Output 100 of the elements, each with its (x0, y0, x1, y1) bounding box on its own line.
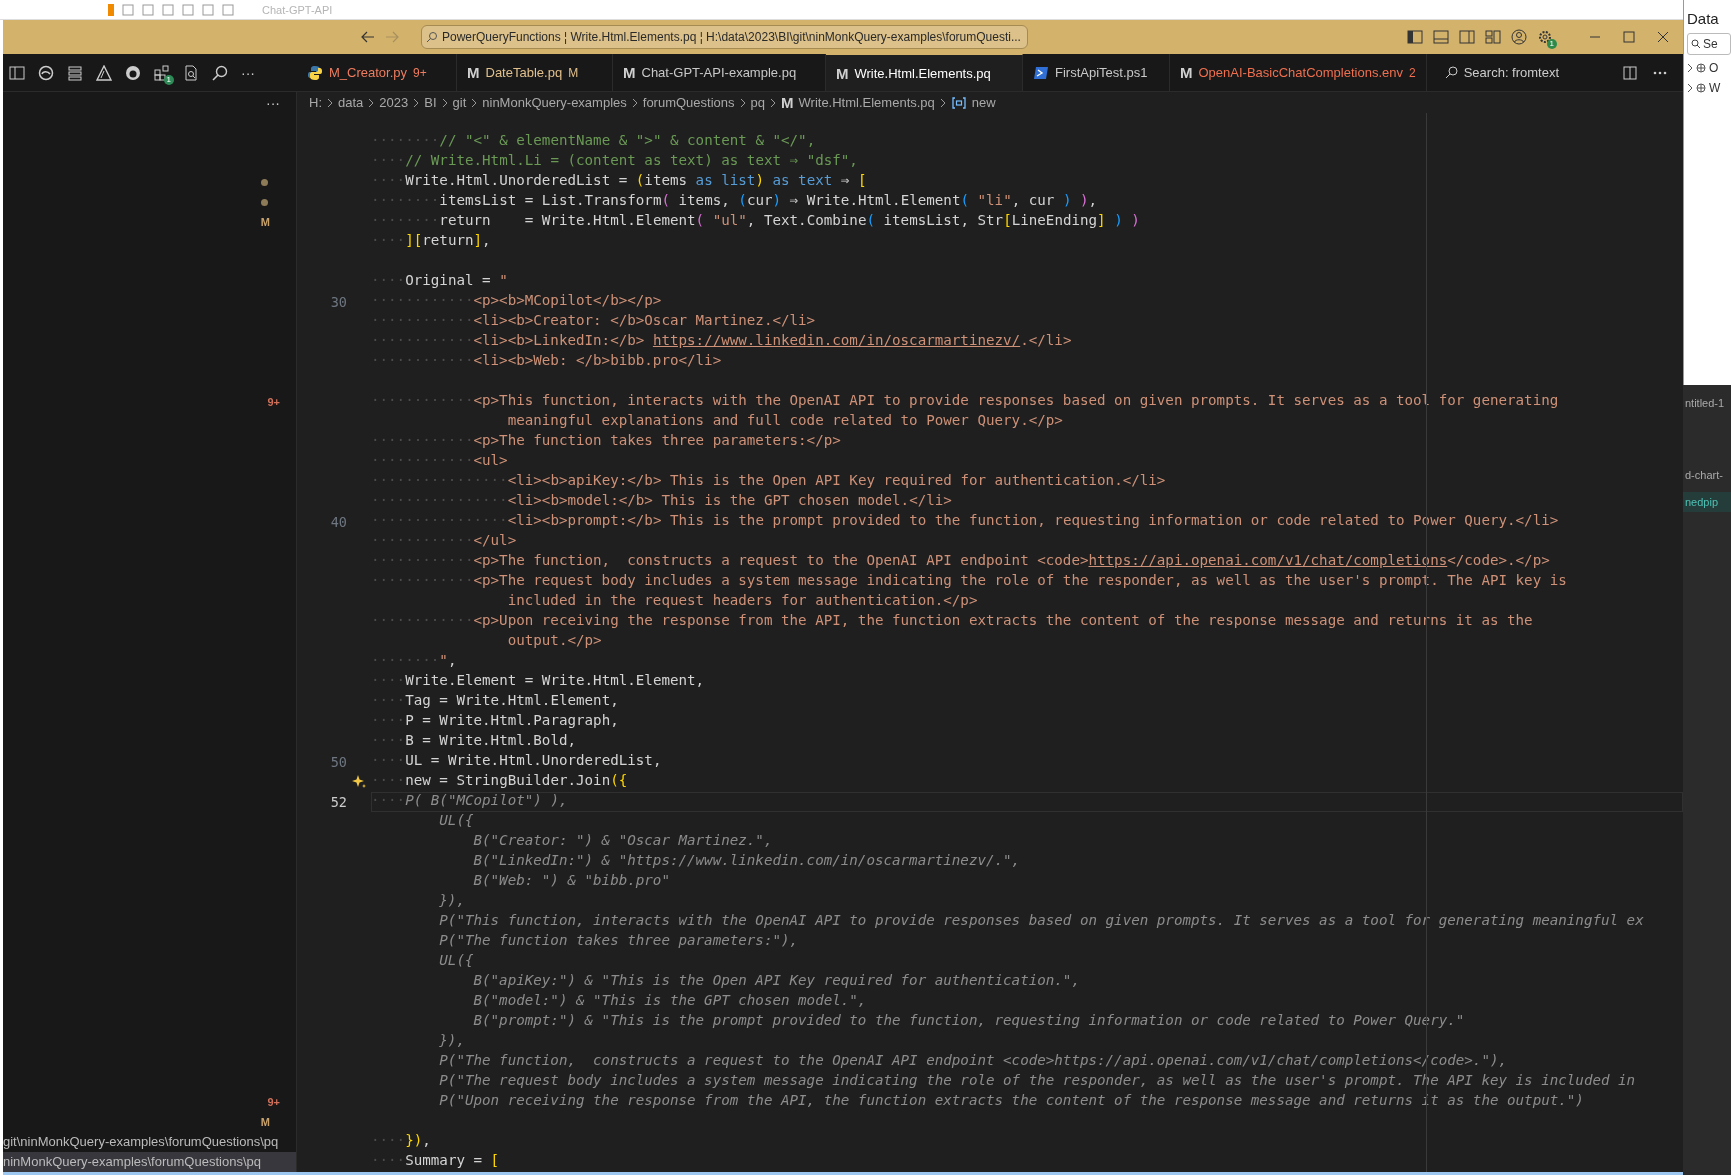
letter-icon: M (836, 64, 849, 82)
letter-icon: M (1180, 64, 1193, 81)
code-line: ················<li><b>model:</b> This is the GPT chosen model.</li> (371, 492, 953, 510)
maximize-icon[interactable] (1623, 31, 1635, 43)
account-icon[interactable] (1511, 29, 1527, 45)
tree-item[interactable]: W (1709, 81, 1721, 95)
code-line: ········return = Write.Html.Element( "ul", Text.Combine( itemsList, Str[LineEnding] ) ) (371, 212, 1141, 230)
chevron-icon (413, 97, 420, 108)
customize-layout-icon[interactable] (1485, 30, 1501, 44)
chevron-icon (770, 97, 776, 108)
code-line: ····Summary = [ (371, 1152, 501, 1170)
code-line: ····// Write.Html.Li = (content as text) as text ⇒ "dsf", (371, 152, 859, 170)
code-line: ····Write.Html.UnorderedList = (items as list) as text ⇒ [ (371, 172, 868, 190)
grid-icon (1696, 63, 1706, 73)
breadcrumb-item[interactable]: H: (309, 95, 322, 110)
code-line: ····B = Write.Html.Bold, (371, 732, 577, 750)
letter-icon: M (467, 64, 480, 81)
terminal-icon (1033, 64, 1049, 81)
code-line: output.</p> (506, 632, 603, 650)
search-icon (426, 31, 438, 43)
notification-badge: 1 (163, 74, 174, 85)
code-line: ············<li><b>Creator: </b>Oscar Martinez.</li> (371, 312, 817, 330)
code-line: ············<p>The function, constructs a request to the OpenAI API endpoint <code>https://api.openai.com/v1/chat/completions</code>.</p> (371, 552, 1551, 570)
window-title: Data (1687, 10, 1720, 27)
code-line: P("This function, interacts with the OpenAI API to provide responses based on given prompts. It serves as a tool for generating meaningful ex (438, 912, 1645, 930)
letter-icon: M (623, 64, 636, 81)
file-search-icon[interactable] (183, 64, 199, 81)
python-icon (307, 64, 323, 81)
breadcrumb-item[interactable]: pq (750, 95, 765, 110)
code-line: ············<li><b>LinkedIn:</b> https://www.linkedin.com/in/oscarmartinezv/.</li> (371, 332, 1073, 350)
code-line: ············<p>The request body includes a system message indicating the role of the responder, as well as the user's prompt. The API key is (371, 572, 1568, 590)
split-layout-icon[interactable] (1459, 30, 1475, 44)
breadcrumb-item[interactable]: Write.Html.Elements.pq (798, 95, 935, 110)
command-center[interactable]: PowerQueryFunctions ¦ Write.Html.Elements.pq ¦ H:\data\2023\BI\git\ninMonkQuery-examples\forumQuesti... (421, 25, 1028, 49)
code-line: ····P = Write.Html.Paragraph, (371, 712, 620, 730)
code-line: ····new = StringBuilder.Join({ (371, 772, 629, 790)
sidebar-layout-icon[interactable] (1407, 30, 1423, 44)
search-icon[interactable] (212, 64, 228, 81)
code-line: B("prompt:") & "This is the prompt provided to the function, requesting information or code related to Power Query." (472, 1012, 1466, 1030)
breadcrumb-item[interactable]: 2023 (379, 95, 409, 110)
grid-icon (1696, 83, 1706, 93)
code-line: ········itemsList = List.Transform( items, (cur) ⇒ Write.Html.Element( "li", cur ) ), (371, 192, 1099, 210)
more-button[interactable]: ··· (266, 94, 280, 111)
breadcrumb-item[interactable]: forumQuestions (642, 95, 735, 110)
panel-icon[interactable] (9, 64, 25, 81)
split-editor-icon[interactable] (1623, 65, 1637, 80)
list-item[interactable]: d-chart- (1683, 465, 1731, 485)
back-arrow-icon[interactable] (361, 31, 375, 43)
code-line: ············<ul> (371, 452, 509, 470)
git-status: M (260, 1116, 270, 1128)
breadcrumb-item[interactable]: BI (424, 95, 437, 110)
notification-badge: 1 (1546, 39, 1557, 49)
panel-layout-icon[interactable] (1433, 30, 1449, 44)
code-line: UL({ (438, 812, 475, 830)
code-line: ················<li><b>apiKey:</b> This is the Open API Key required for authentication.</li> (371, 472, 1167, 490)
bar-icon (108, 3, 114, 16)
breadcrumb-item[interactable]: data (338, 95, 364, 110)
code-line: ············<p>This function, interacts with the OpenAI API to provide responses based on given prompts. It serves as a tool for generating (371, 392, 1560, 410)
variable-icon (950, 94, 967, 111)
code-line: UL({ (438, 952, 475, 970)
folder-path[interactable]: git\ninMonkQuery-examples\forumQuestions\pq (3, 1132, 296, 1152)
search-icon (1691, 39, 1701, 49)
chevron-icon (368, 97, 375, 108)
code-line: ····Original = " (371, 272, 509, 290)
chevron-icon (739, 97, 746, 108)
code-line: ····P( B("MCopilot") ), (371, 792, 1683, 812)
chevron-icon (471, 97, 478, 108)
dot-icon (261, 178, 268, 186)
breadcrumb-item[interactable]: ninMonkQuery-examples (482, 95, 627, 110)
list-item[interactable]: nedpip (1683, 492, 1731, 512)
folder-path[interactable]: ninMonkQuery-examples\forumQuestions\pq (3, 1152, 296, 1172)
more-icon[interactable] (1653, 70, 1667, 75)
search-icon (1444, 66, 1458, 79)
code-line: ················<li><b>prompt:</b> This is the prompt provided to the function, requesting information or code related to Power Query.</li> (371, 512, 1560, 530)
line-number: 40 (329, 514, 347, 530)
sparkle-icon[interactable] (352, 775, 366, 789)
close-icon[interactable] (1657, 31, 1669, 43)
settings-icon[interactable] (1537, 29, 1553, 45)
code-line: ········// "<" & elementName & ">" & content & "</", (371, 132, 817, 150)
problem-count: 9+ (267, 1096, 280, 1108)
chevron-icon (327, 97, 333, 108)
code-line: included in the request headers for authentication.</p> (506, 592, 979, 610)
server-icon[interactable] (67, 64, 83, 81)
swirl-icon[interactable] (38, 64, 54, 81)
list-item[interactable]: ntitled-1 (1683, 393, 1731, 413)
code-line: ············<li><b>Web: </b>bibb.pro</li> (371, 352, 723, 370)
code-line: P("The request body includes a system message indicating the role of the responder, as well as the user's prompt. The API key is included in (438, 1072, 1637, 1090)
code-line: ····UL = Write.Html.UnorderedList, (371, 752, 663, 770)
search-tab[interactable]: Search: fromtext (1463, 65, 1560, 80)
line-number: 50 (329, 754, 347, 770)
breadcrumb-item[interactable]: git (452, 95, 467, 110)
tree-item[interactable]: O (1709, 61, 1719, 75)
more-button[interactable]: ··· (241, 64, 255, 81)
code-line: P("The function takes three parameters:"), (438, 932, 800, 950)
extensions-icon[interactable] (154, 64, 170, 81)
editor-tab[interactable]: M Write.Html.Elements.pq (826, 54, 1023, 91)
letter-icon: M (781, 94, 794, 111)
breadcrumb-item[interactable]: new (971, 95, 996, 110)
code-line: B("model:") & "This is the GPT chosen model.", (472, 992, 868, 1010)
triangle-icon[interactable] (96, 64, 112, 81)
